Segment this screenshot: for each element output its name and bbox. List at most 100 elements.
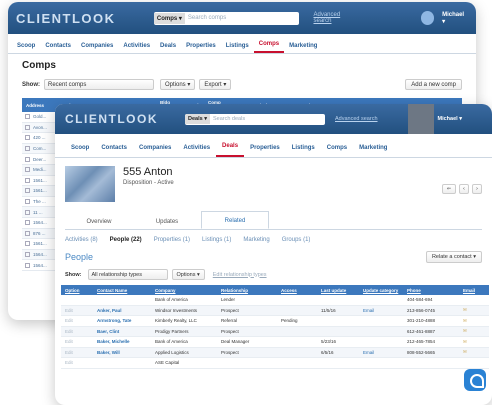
advanced-search-link[interactable]: Advanced search: [313, 12, 358, 24]
subtab-properties[interactable]: Properties (1): [154, 237, 190, 243]
column-header[interactable]: Email: [459, 288, 489, 293]
nav-item-contacts[interactable]: Contacts: [95, 138, 133, 157]
cell-contact-name[interactable]: Armstrong, Tate: [93, 318, 151, 323]
row-address[interactable]: 876 ...: [33, 231, 46, 236]
nav-item-listings[interactable]: Listings: [221, 38, 254, 53]
row-checkbox[interactable]: [25, 199, 30, 205]
row-address[interactable]: Avon...: [33, 125, 47, 130]
row-checkbox[interactable]: [25, 188, 30, 194]
nav-item-companies[interactable]: Companies: [133, 138, 177, 157]
column-header[interactable]: Update category: [359, 288, 403, 293]
row-address[interactable]: Deer...: [33, 157, 46, 162]
column-header[interactable]: Company: [151, 288, 217, 293]
relationship-type-select[interactable]: All relationship types: [87, 269, 168, 280]
show-select[interactable]: Recent comps: [44, 79, 154, 90]
cell-email[interactable]: ✉: [459, 349, 489, 355]
column-header[interactable]: Phone: [403, 288, 459, 293]
row-address[interactable]: 1561...: [33, 188, 47, 193]
back-arrow-icon[interactable]: ‹: [459, 184, 469, 194]
search-box[interactable]: Deals ▾ Search deals: [185, 113, 325, 125]
row-checkbox[interactable]: [25, 252, 30, 258]
cell-option[interactable]: Edit: [61, 329, 93, 334]
row-address[interactable]: 1564...: [33, 220, 47, 225]
cell-contact-name[interactable]: Anker, Paul: [93, 308, 151, 313]
forward-arrow-icon[interactable]: ›: [472, 184, 482, 194]
cell-option[interactable]: Edit: [61, 308, 93, 313]
row-checkbox[interactable]: [25, 124, 30, 130]
prev-button[interactable]: ⇐: [442, 184, 456, 194]
avatar[interactable]: [407, 104, 434, 134]
cell-option[interactable]: Edit: [61, 339, 93, 344]
cell-contact-name[interactable]: Baker, Michelle: [93, 339, 151, 344]
row-address[interactable]: 11 ...: [33, 210, 43, 215]
tab-overview[interactable]: Overview: [65, 213, 133, 229]
row-checkbox[interactable]: [25, 146, 30, 152]
column-header[interactable]: Access: [277, 288, 317, 293]
nav-item-listings[interactable]: Listings: [286, 138, 321, 157]
row-checkbox[interactable]: [25, 114, 30, 120]
nav-item-marketing[interactable]: Marketing: [353, 138, 393, 157]
column-header[interactable]: Last update: [317, 288, 359, 293]
row-checkbox[interactable]: [25, 209, 30, 215]
nav-item-contacts[interactable]: Contacts: [40, 38, 76, 53]
nav-item-scoop[interactable]: Scoop: [12, 38, 40, 53]
cell-option[interactable]: Edit: [61, 350, 93, 355]
row-checkbox[interactable]: [25, 135, 30, 141]
row-address[interactable]: 1561...: [33, 241, 47, 246]
cell-option[interactable]: Edit: [61, 318, 93, 323]
cell-email[interactable]: ✉: [459, 318, 489, 324]
nav-item-comps[interactable]: Comps: [253, 36, 285, 53]
edit-relationship-types-link[interactable]: Edit relationship types: [213, 272, 267, 278]
row-checkbox[interactable]: [25, 262, 30, 268]
cell-email[interactable]: ✉: [459, 339, 489, 345]
subtab-activities[interactable]: Activities (8): [65, 237, 98, 243]
nav-item-properties[interactable]: Properties: [181, 38, 221, 53]
tab-related[interactable]: Related: [201, 211, 269, 229]
subtab-marketing[interactable]: Marketing: [243, 237, 269, 243]
column-header[interactable]: Contact Name: [93, 288, 151, 293]
nav-item-companies[interactable]: Companies: [76, 38, 118, 53]
avatar[interactable]: [420, 11, 435, 25]
search-type-select[interactable]: Comps ▾: [153, 12, 185, 24]
options-button[interactable]: Options ▾: [171, 269, 205, 280]
row-address[interactable]: 420 ...: [33, 135, 46, 140]
row-address[interactable]: 1564...: [33, 252, 47, 257]
subtab-groups[interactable]: Groups (1): [282, 237, 311, 243]
user-menu[interactable]: Michael ▾: [442, 12, 468, 25]
row-checkbox[interactable]: [25, 167, 30, 173]
nav-item-comps[interactable]: Comps: [321, 138, 353, 157]
row-checkbox[interactable]: [25, 156, 30, 162]
advanced-search-link[interactable]: Advanced search: [335, 116, 378, 122]
row-address[interactable]: Gold...: [33, 114, 46, 119]
chat-icon[interactable]: [464, 369, 486, 391]
nav-item-deals[interactable]: Deals: [155, 38, 181, 53]
cell-email[interactable]: ✉: [459, 328, 489, 334]
row-checkbox[interactable]: [25, 220, 30, 226]
search-input[interactable]: Search deals: [210, 116, 325, 122]
row-checkbox[interactable]: [25, 177, 30, 183]
search-type-select[interactable]: Deals ▾: [185, 114, 210, 124]
nav-item-marketing[interactable]: Marketing: [284, 38, 322, 53]
cell-option[interactable]: Edit: [61, 360, 93, 365]
cell-email[interactable]: ✉: [459, 307, 489, 313]
nav-item-scoop[interactable]: Scoop: [65, 138, 95, 157]
add-comp-button[interactable]: Add a new comp: [405, 79, 462, 90]
options-button[interactable]: Options ▾: [160, 79, 196, 90]
subtab-people[interactable]: People (22): [110, 237, 142, 243]
tab-updates[interactable]: Updates: [133, 213, 201, 229]
nav-item-properties[interactable]: Properties: [244, 138, 286, 157]
cell-contact-name[interactable]: Baer, Clint: [93, 329, 151, 334]
nav-item-activities[interactable]: Activities: [118, 38, 155, 53]
relate-contact-button[interactable]: Relate a contact ▾: [425, 251, 482, 263]
row-address[interactable]: 1561...: [33, 178, 47, 183]
row-address[interactable]: The ...: [33, 199, 46, 204]
nav-item-activities[interactable]: Activities: [177, 138, 216, 157]
row-address[interactable]: Medi...: [33, 167, 47, 172]
subtab-listings[interactable]: Listings (1): [202, 237, 231, 243]
row-checkbox[interactable]: [25, 241, 30, 247]
cell-contact-name[interactable]: Baker, Will: [93, 350, 151, 355]
row-address[interactable]: 1564...: [33, 263, 47, 268]
row-address[interactable]: Com...: [33, 146, 46, 151]
user-menu[interactable]: Michael ▾: [438, 116, 462, 122]
export-button[interactable]: Export ▾: [199, 79, 232, 90]
